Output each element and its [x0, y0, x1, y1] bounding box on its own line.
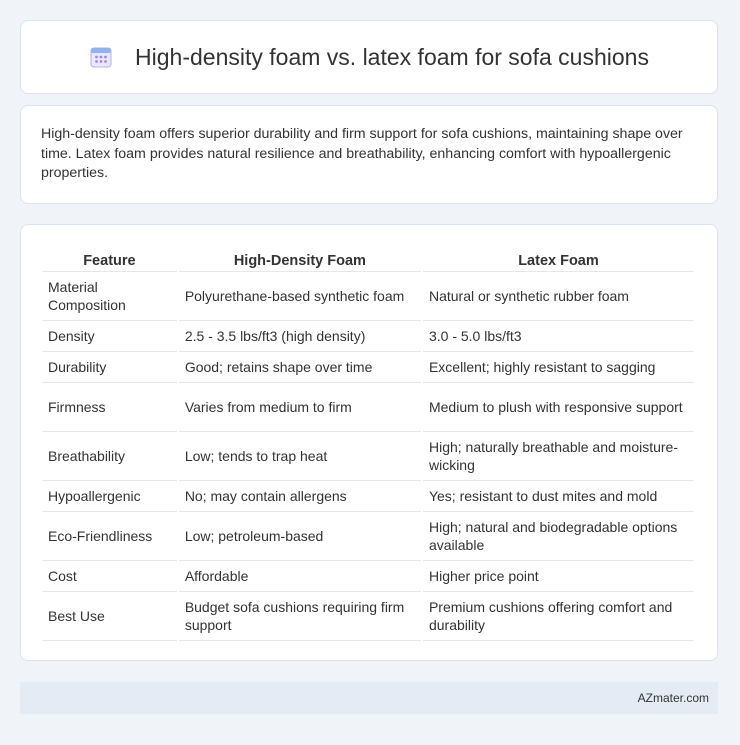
column-header-feature: Feature	[42, 246, 177, 272]
table-row: Material Composition Polyurethane-based …	[42, 272, 694, 321]
high-density-cell: Low; petroleum-based	[178, 512, 421, 561]
calendar-icon	[89, 45, 113, 69]
feature-cell: Material Composition	[42, 272, 177, 321]
latex-cell: High; natural and biodegradable options …	[422, 512, 694, 561]
latex-cell: Medium to plush with responsive support	[422, 383, 694, 432]
high-density-cell: Varies from medium to firm	[178, 383, 421, 432]
table-row: Cost Affordable Higher price point	[42, 561, 694, 592]
summary-text: High-density foam offers superior durabi…	[41, 126, 683, 181]
high-density-cell: Low; tends to trap heat	[178, 432, 421, 481]
feature-cell: Eco-Friendliness	[42, 512, 177, 561]
feature-cell: Durability	[42, 352, 177, 383]
high-density-cell: No; may contain allergens	[178, 481, 421, 512]
feature-cell: Best Use	[42, 592, 177, 641]
feature-cell: Density	[42, 321, 177, 352]
high-density-cell: Good; retains shape over time	[178, 352, 421, 383]
latex-cell: Higher price point	[422, 561, 694, 592]
feature-cell: Hypoallergenic	[42, 481, 177, 512]
title-card: High-density foam vs. latex foam for sof…	[20, 20, 718, 94]
high-density-cell: Affordable	[178, 561, 421, 592]
latex-cell: Excellent; highly resistant to sagging	[422, 352, 694, 383]
latex-cell: Premium cushions offering comfort and du…	[422, 592, 694, 641]
feature-cell: Cost	[42, 561, 177, 592]
table-row: Best Use Budget sofa cushions requiring …	[42, 592, 694, 641]
table-row: Firmness Varies from medium to firm Medi…	[42, 383, 694, 432]
page-title: High-density foam vs. latex foam for sof…	[135, 43, 649, 70]
column-header-high-density-foam: High-Density Foam	[178, 246, 421, 272]
footer: AZmater.com	[20, 682, 718, 714]
feature-cell: Breathability	[42, 432, 177, 481]
latex-cell: High; naturally breathable and moisture-…	[422, 432, 694, 481]
high-density-cell: Budget sofa cushions requiring firm supp…	[178, 592, 421, 641]
table-row: Breathability Low; tends to trap heat Hi…	[42, 432, 694, 481]
comparison-table: Feature High-Density Foam Latex Foam Mat…	[40, 246, 696, 641]
column-header-latex-foam: Latex Foam	[422, 246, 694, 272]
table-row: Hypoallergenic No; may contain allergens…	[42, 481, 694, 512]
table-row: Durability Good; retains shape over time…	[42, 352, 694, 383]
footer-brand: AZmater.com	[637, 691, 709, 705]
latex-cell: Yes; resistant to dust mites and mold	[422, 481, 694, 512]
table-header-row: Feature High-Density Foam Latex Foam	[42, 246, 694, 272]
latex-cell: Natural or synthetic rubber foam	[422, 272, 694, 321]
table-row: Eco-Friendliness Low; petroleum-based Hi…	[42, 512, 694, 561]
high-density-cell: Polyurethane-based synthetic foam	[178, 272, 421, 321]
feature-cell: Firmness	[42, 383, 177, 432]
table-row: Density 2.5 - 3.5 lbs/ft3 (high density)…	[42, 321, 694, 352]
latex-cell: 3.0 - 5.0 lbs/ft3	[422, 321, 694, 352]
high-density-cell: 2.5 - 3.5 lbs/ft3 (high density)	[178, 321, 421, 352]
summary-card: High-density foam offers superior durabi…	[20, 105, 718, 204]
comparison-card: Feature High-Density Foam Latex Foam Mat…	[20, 224, 718, 661]
